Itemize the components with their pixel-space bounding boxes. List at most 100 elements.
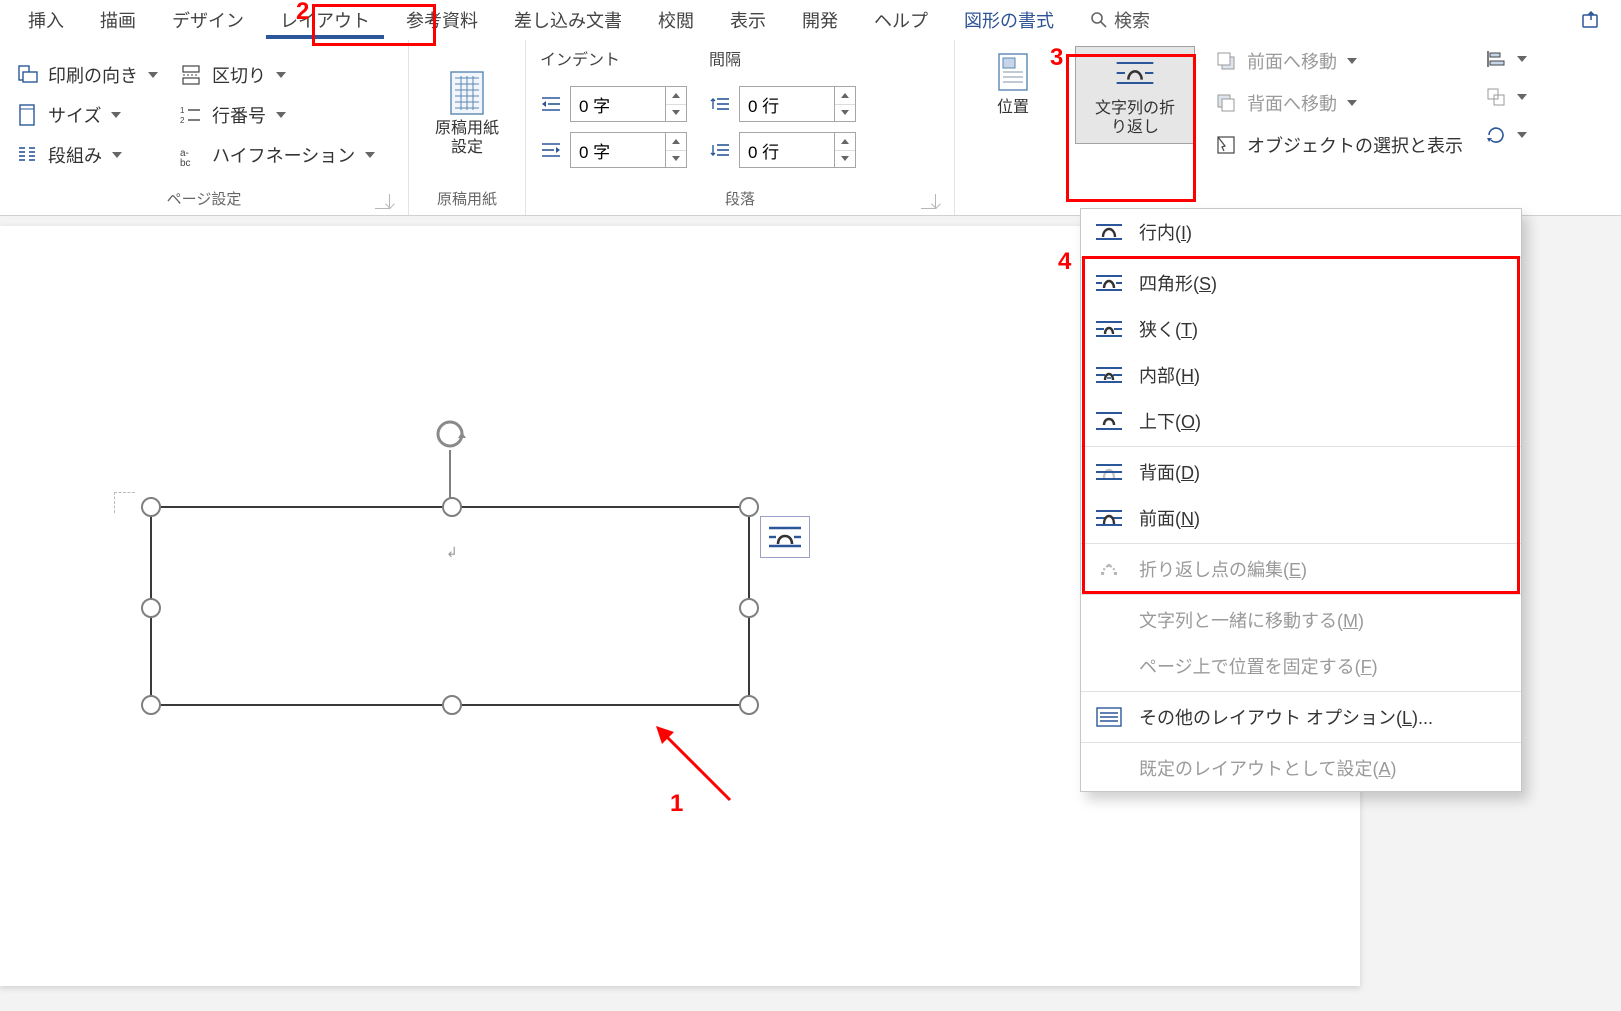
tab-insert[interactable]: 挿入	[10, 1, 82, 39]
rotation-handle[interactable]	[432, 416, 468, 452]
tab-review[interactable]: 校閲	[640, 1, 712, 39]
rotate-button[interactable]	[1483, 122, 1529, 148]
align-icon	[1485, 48, 1507, 70]
menu-item-front[interactable]: 前面(N)	[1081, 495, 1521, 541]
resize-handle-ml[interactable]	[141, 598, 161, 618]
resize-handle-mr[interactable]	[739, 598, 759, 618]
spacing-after-spinner[interactable]	[739, 132, 856, 168]
spacing-after-icon	[709, 139, 731, 161]
resize-handle-bm[interactable]	[442, 695, 462, 715]
menu-item-label: 狭く(T)	[1139, 316, 1198, 342]
tab-label: レイアウト	[280, 7, 370, 33]
stepper-down[interactable]	[835, 105, 855, 122]
menu-item-label: 内部(H)	[1139, 362, 1200, 388]
button-label: サイズ	[48, 102, 101, 128]
button-label: 原稿用紙 設定	[435, 119, 499, 157]
indent-right-input[interactable]	[571, 133, 665, 167]
wrap-inline-icon	[1095, 221, 1123, 243]
tab-search[interactable]: 検索	[1072, 1, 1168, 39]
columns-button[interactable]: 段組み	[14, 140, 160, 170]
chevron-down-icon	[276, 72, 286, 78]
hyphenation-button[interactable]: a-bc ハイフネーション	[178, 140, 377, 170]
menu-item-label: ページ上で位置を固定する(F)	[1139, 653, 1378, 679]
line-numbers-button[interactable]: 12 行番号	[178, 100, 377, 130]
size-button[interactable]: サイズ	[14, 100, 160, 130]
menu-item-label: その他のレイアウト オプション(L)...	[1139, 704, 1433, 730]
wrap-text-button[interactable]: 文字列の折 り返し	[1075, 46, 1195, 144]
menu-item-tight[interactable]: 狭く(T)	[1081, 306, 1521, 352]
tab-help[interactable]: ヘルプ	[856, 1, 946, 39]
blank-icon	[1095, 655, 1123, 677]
selected-shape[interactable]: ↲	[150, 506, 750, 706]
menu-item-through[interactable]: 内部(H)	[1081, 352, 1521, 398]
breaks-button[interactable]: 区切り	[178, 60, 377, 90]
tab-developer[interactable]: 開発	[784, 1, 856, 39]
stepper-up[interactable]	[835, 87, 855, 105]
button-label: 前面へ移動	[1247, 48, 1337, 74]
selection-pane-icon	[1215, 134, 1237, 156]
position-button[interactable]: 位置	[969, 46, 1057, 129]
group-objects-button[interactable]	[1483, 84, 1529, 110]
stepper-up[interactable]	[666, 133, 686, 151]
spacing-after-input[interactable]	[740, 133, 834, 167]
menu-item-inline[interactable]: 行内(I)	[1081, 209, 1521, 255]
rectangle-shape[interactable]	[150, 506, 750, 706]
tab-references[interactable]: 参考資料	[388, 1, 496, 39]
tab-design[interactable]: デザイン	[154, 1, 262, 39]
menu-item-top-bottom[interactable]: 上下(O)	[1081, 398, 1521, 444]
dialog-launcher-icon[interactable]	[921, 194, 936, 209]
group-label-text: 原稿用紙	[437, 191, 497, 208]
layout-options-floatie[interactable]	[760, 516, 810, 558]
indent-header: インデント	[540, 46, 687, 70]
group-label: 原稿用紙	[423, 184, 511, 215]
group-icon	[1485, 86, 1507, 108]
button-label: 区切り	[212, 62, 266, 88]
indent-left-input[interactable]	[571, 87, 665, 121]
stepper-up[interactable]	[666, 87, 686, 105]
menu-item-square[interactable]: 四角形(S)	[1081, 260, 1521, 306]
indent-left-spinner[interactable]	[570, 86, 687, 122]
menu-item-edit-wrap-points: 折り返し点の編集(E)	[1081, 546, 1521, 592]
anchor-marker-icon	[114, 492, 135, 513]
menu-item-more-layout-options[interactable]: その他のレイアウト オプション(L)...	[1081, 694, 1521, 740]
selection-pane-button[interactable]: オブジェクトの選択と表示	[1213, 130, 1465, 160]
chevron-down-icon	[148, 72, 158, 78]
resize-handle-tr[interactable]	[739, 497, 759, 517]
wrap-front-icon	[1095, 507, 1123, 529]
spacing-before-input[interactable]	[740, 87, 834, 121]
resize-handle-tm[interactable]	[442, 497, 462, 517]
tab-mailings[interactable]: 差し込み文書	[496, 1, 640, 39]
send-backward-button[interactable]: 背面へ移動	[1213, 88, 1465, 118]
manuscript-settings-button[interactable]: 原稿用紙 設定	[423, 46, 511, 184]
menu-item-behind[interactable]: 背面(D)	[1081, 449, 1521, 495]
stepper-down[interactable]	[666, 105, 686, 122]
resize-handle-tl[interactable]	[141, 497, 161, 517]
tab-label: 検索	[1114, 7, 1150, 33]
menu-separator	[1081, 257, 1521, 258]
spacing-before-spinner[interactable]	[739, 86, 856, 122]
button-label: 背面へ移動	[1247, 90, 1337, 116]
align-button[interactable]	[1483, 46, 1529, 72]
tab-shape-format[interactable]: 図形の書式	[946, 1, 1072, 39]
resize-handle-bl[interactable]	[141, 695, 161, 715]
tab-view[interactable]: 表示	[712, 1, 784, 39]
button-label: 行番号	[212, 102, 266, 128]
chevron-down-icon	[111, 112, 121, 118]
stepper-down[interactable]	[666, 151, 686, 168]
bring-forward-button[interactable]: 前面へ移動	[1213, 46, 1465, 76]
stepper-down[interactable]	[835, 151, 855, 168]
dialog-launcher-icon[interactable]	[375, 194, 390, 209]
resize-handle-br[interactable]	[739, 695, 759, 715]
group-label-text: ページ設定	[167, 191, 242, 208]
stepper-up[interactable]	[835, 133, 855, 151]
group-manuscript-paper: 原稿用紙 設定 原稿用紙	[409, 40, 526, 215]
chevron-down-icon	[1347, 100, 1357, 106]
tab-label: 差し込み文書	[514, 7, 622, 33]
indent-right-spinner[interactable]	[570, 132, 687, 168]
ribbon-tabs-bar: 挿入 描画 デザイン レイアウト 参考資料 差し込み文書 校閲 表示 開発 ヘル…	[0, 0, 1621, 40]
tab-layout[interactable]: レイアウト	[262, 1, 388, 39]
share-button[interactable]	[1571, 4, 1611, 36]
orientation-button[interactable]: 印刷の向き	[14, 60, 160, 90]
tab-draw[interactable]: 描画	[82, 1, 154, 39]
menu-item-fix-on-page: ページ上で位置を固定する(F)	[1081, 643, 1521, 689]
